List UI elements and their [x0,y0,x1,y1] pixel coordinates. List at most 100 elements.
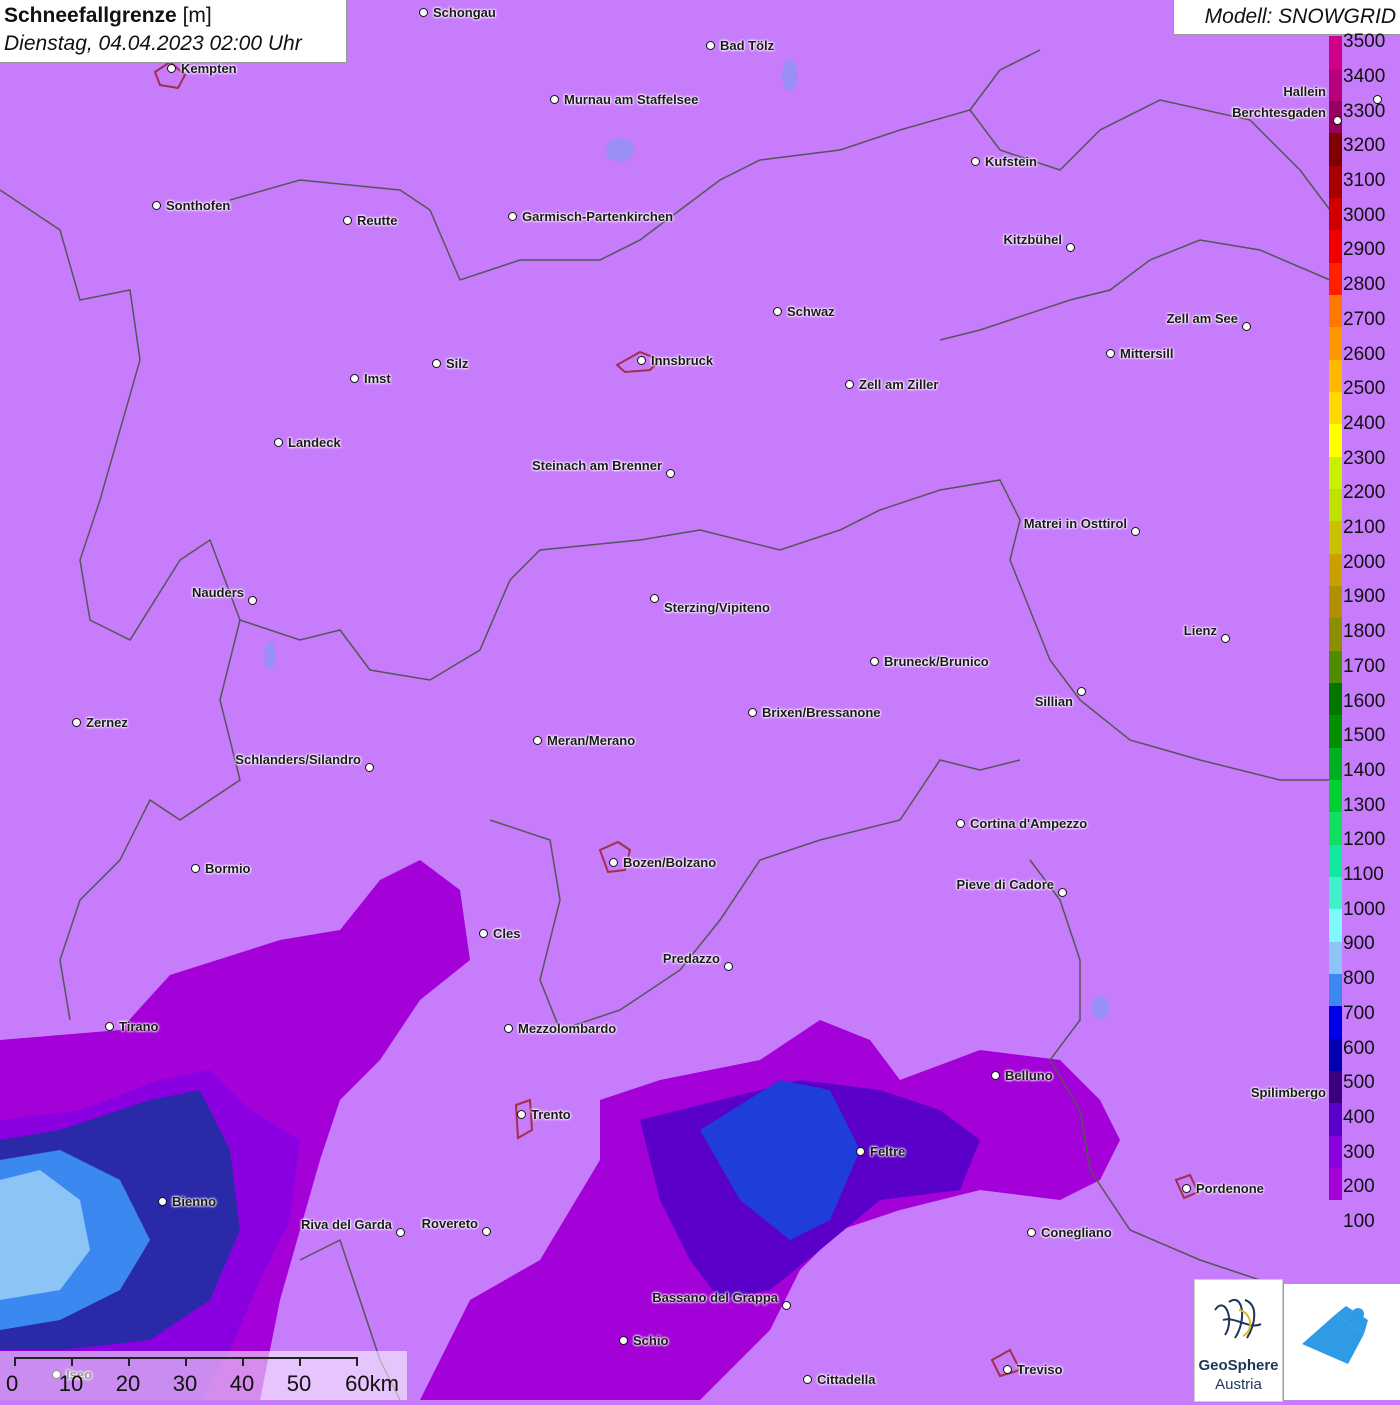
scale-tick [185,1357,187,1366]
city-marker-icon [1131,527,1140,536]
city-label: Steinach am Brenner [531,458,662,473]
city-marker-icon [773,307,782,316]
scale-label: 60km [345,1371,399,1396]
city-marker-icon [637,356,646,365]
city-label: Landeck [288,435,341,450]
legend-label: 2800 [1343,274,1386,296]
geosphere-logo[interactable]: GeoSphere Austria [1194,1279,1283,1402]
city-marker-icon [1027,1228,1036,1237]
city-marker-icon [1182,1184,1191,1193]
legend-color-step [1329,811,1342,845]
city-marker-icon [350,374,359,383]
legend-label: 1100 [1343,864,1384,885]
legend-color-step [1329,1070,1342,1104]
city-label: Schongau [433,5,496,20]
scale-label: 50 [286,1371,312,1396]
legend-label: 900 [1343,933,1375,955]
legend-label: 1700 [1343,655,1386,677]
city-marker-icon [1373,95,1382,104]
city-label: Schio [633,1333,669,1348]
legend-color-step [1329,165,1342,199]
city-label: Innsbruck [651,353,714,368]
logo-name: GeoSphere [1198,1357,1279,1374]
legend-label: 1800 [1343,621,1386,643]
city-label: Predazzo [662,951,720,966]
city-marker-icon [1066,243,1075,252]
legend-label: 2100 [1343,517,1386,538]
legend-label: 500 [1343,1072,1375,1094]
legend-label: 1600 [1343,690,1386,712]
city-marker-icon [482,1227,491,1236]
city-marker-icon [479,929,488,938]
city-label: Rovereto [421,1216,478,1231]
legend-label: 2500 [1343,378,1386,400]
legend-label: 1300 [1343,794,1386,816]
legend-color-step [1329,488,1342,522]
city-label: Pordenone [1196,1181,1264,1196]
city-label: Kufstein [985,154,1037,169]
city-label: Matrei in Osttirol [1023,516,1127,531]
city-label: Meran/Merano [547,733,636,748]
city-label: Tirano [119,1019,159,1034]
legend-label: 2900 [1343,239,1386,261]
legend-color-step [1329,779,1342,813]
legend-label: 3300 [1343,100,1386,122]
city-label: Kitzbühel [1003,232,1063,247]
model-label: Modell: SNOWGRID [1204,5,1396,28]
legend-label: 3500 [1343,31,1386,53]
city-marker-icon [706,41,715,50]
city-marker-icon [550,95,559,104]
city-label: Brixen/Bressanone [762,705,881,720]
legend-color-step [1329,359,1342,393]
city-marker-icon [72,718,81,727]
city-label: Sterzing/Vipiteno [664,600,770,615]
legend-color-step [1329,973,1342,1007]
geosphere-logo-icon [1214,1299,1262,1339]
city-label: Garmisch-Partenkirchen [522,209,674,224]
city-marker-icon [619,1336,628,1345]
city-marker-icon [870,657,879,666]
scale-bar: 0 10 20 30 40 50 60km [0,1351,407,1400]
legend-color-step [1329,456,1342,490]
legend-color-step [1329,1102,1342,1136]
city-marker-icon [432,359,441,368]
city-marker-icon [991,1071,1000,1080]
city-marker-icon [1242,322,1251,331]
scale-label: 40 [229,1371,255,1396]
scale-tick [356,1357,358,1366]
city-marker-icon [803,1375,812,1384]
city-marker-icon [504,1024,513,1033]
legend-color-step [1329,132,1342,166]
legend-color-step [1329,36,1342,69]
city-marker-icon [248,596,257,605]
city-label: Berchtesgaden [1232,105,1326,120]
mountain-snow-icon [1302,1306,1368,1364]
city-marker-icon [1077,687,1086,696]
legend-label: 2400 [1343,412,1386,434]
city-label: Feltre [870,1144,906,1159]
scale-tick [128,1357,130,1366]
legend-label: 2200 [1343,482,1386,504]
legend-color-step [1329,585,1342,619]
city-marker-icon [1058,888,1067,897]
city-marker-icon [396,1228,405,1237]
city-marker-icon [533,736,542,745]
legend-label: 1000 [1343,898,1386,920]
scale-label: 20 [115,1371,141,1396]
city-label: Cittadella [817,1372,876,1387]
city-label: Bassano del Grappa [652,1290,778,1305]
legend-label: 2700 [1343,308,1386,330]
legend-color-step [1329,908,1342,942]
scale-label: 30 [172,1371,198,1396]
legend-label: 1500 [1343,725,1386,747]
snowgrid-logo[interactable] [1284,1284,1400,1400]
legend-label: 300 [1343,1141,1375,1163]
city-label: Murnau am Staffelsee [564,92,699,107]
legend-label: 2300 [1343,447,1386,469]
legend-color-step [1329,650,1342,683]
legend-color-step [1329,617,1342,651]
legend-color-step [1329,197,1342,231]
model-panel: Modell: SNOWGRID [1173,0,1400,35]
city-marker-icon [666,469,675,478]
legend-color-step [1329,229,1342,263]
